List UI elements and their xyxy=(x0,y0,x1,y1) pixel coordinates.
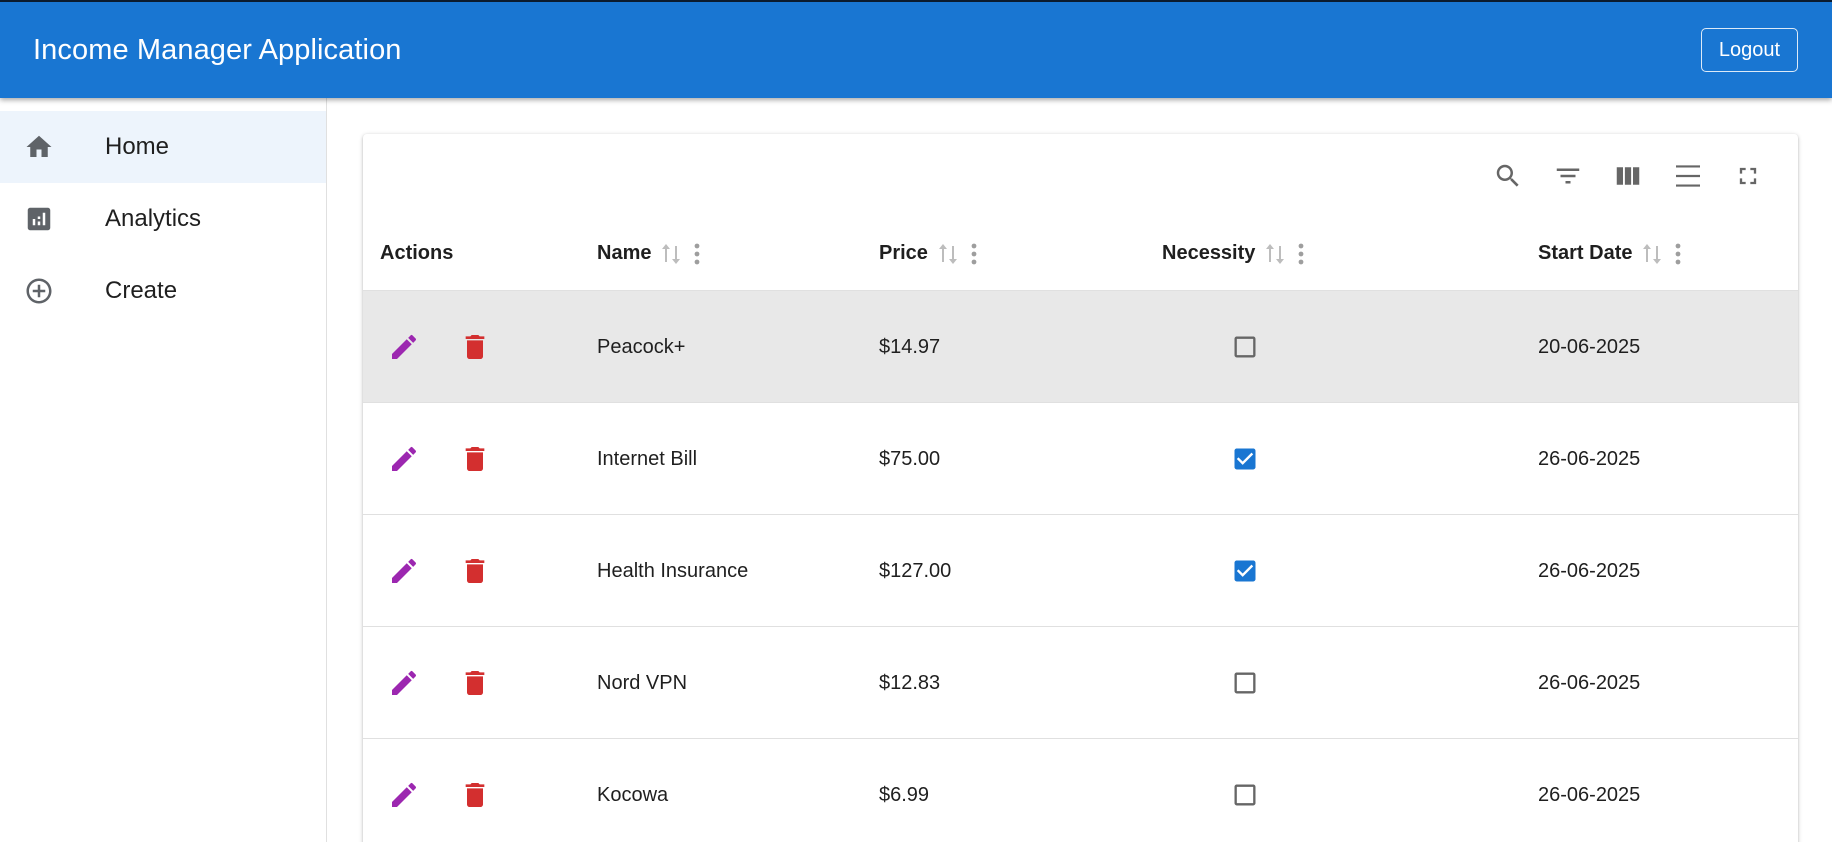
checkbox-unchecked-icon[interactable] xyxy=(1231,669,1259,697)
name-cell: Peacock+ xyxy=(597,335,686,358)
checkbox-checked-icon[interactable] xyxy=(1231,557,1259,585)
data-table-card: Actions Name Price Necessity Start Date xyxy=(363,134,1798,842)
main-content: Actions Name Price Necessity Start Date xyxy=(327,98,1832,842)
start-date-cell: 26-06-2025 xyxy=(1538,671,1641,694)
start-date-cell: 26-06-2025 xyxy=(1538,783,1641,806)
table-row: Health Insurance $127.00 26-06-2025 xyxy=(363,515,1798,627)
actions-cell xyxy=(380,291,499,403)
edit-icon[interactable] xyxy=(380,323,428,371)
start-date-cell: 26-06-2025 xyxy=(1538,447,1641,470)
price-cell: $75.00 xyxy=(879,447,941,470)
logout-button[interactable]: Logout xyxy=(1700,28,1798,72)
column-menu-icon[interactable] xyxy=(693,242,701,266)
actions-cell xyxy=(380,627,499,739)
column-header-start-date[interactable]: Start Date xyxy=(1538,216,1682,291)
fullscreen-icon[interactable] xyxy=(1718,152,1778,200)
delete-icon[interactable] xyxy=(451,659,499,707)
app-title: Income Manager Application xyxy=(33,33,402,66)
column-header-price[interactable]: Price xyxy=(879,216,978,291)
delete-icon[interactable] xyxy=(451,771,499,819)
table-row: Kocowa $6.99 26-06-2025 xyxy=(363,739,1798,842)
search-icon[interactable] xyxy=(1478,152,1538,200)
price-cell: $14.97 xyxy=(879,335,941,358)
sort-icon[interactable] xyxy=(1264,242,1286,266)
edit-icon[interactable] xyxy=(380,771,428,819)
home-icon xyxy=(0,132,105,162)
price-cell: $12.83 xyxy=(879,671,941,694)
necessity-cell xyxy=(1044,291,1446,403)
column-header-actions: Actions xyxy=(380,216,453,291)
name-cell: Kocowa xyxy=(597,783,669,806)
add-circle-icon xyxy=(0,276,105,306)
table-toolbar xyxy=(363,134,1798,216)
filter-icon[interactable] xyxy=(1538,152,1598,200)
actions-cell xyxy=(380,403,499,515)
checkbox-unchecked-icon[interactable] xyxy=(1231,781,1259,809)
name-cell: Health Insurance xyxy=(597,559,749,582)
start-date-cell: 26-06-2025 xyxy=(1538,559,1641,582)
delete-icon[interactable] xyxy=(451,547,499,595)
necessity-cell xyxy=(1044,627,1446,739)
column-menu-icon[interactable] xyxy=(1297,242,1305,266)
edit-icon[interactable] xyxy=(380,435,428,483)
delete-icon[interactable] xyxy=(451,323,499,371)
columns-icon[interactable] xyxy=(1598,152,1658,200)
start-date-cell: 20-06-2025 xyxy=(1538,335,1641,358)
column-header-label: Necessity xyxy=(1162,242,1256,264)
name-cell: Internet Bill xyxy=(597,447,698,470)
sidebar-item-home[interactable]: Home xyxy=(0,111,326,183)
column-menu-icon[interactable] xyxy=(1674,242,1682,266)
checkbox-unchecked-icon[interactable] xyxy=(1231,333,1259,361)
necessity-cell xyxy=(1044,739,1446,842)
necessity-cell xyxy=(1044,515,1446,627)
actions-cell xyxy=(380,739,499,842)
name-cell: Nord VPN xyxy=(597,671,688,694)
sidebar: Home Analytics Create xyxy=(0,98,327,842)
edit-icon[interactable] xyxy=(380,547,428,595)
price-cell: $127.00 xyxy=(879,559,952,582)
actions-cell xyxy=(380,515,499,627)
edit-icon[interactable] xyxy=(380,659,428,707)
column-header-name[interactable]: Name xyxy=(597,216,701,291)
sidebar-item-label: Home xyxy=(105,133,170,160)
density-icon[interactable] xyxy=(1658,152,1718,200)
checkbox-checked-icon[interactable] xyxy=(1231,445,1259,473)
table-header: Actions Name Price Necessity Start Date xyxy=(363,216,1798,291)
table-row: Nord VPN $12.83 26-06-2025 xyxy=(363,627,1798,739)
column-header-label: Start Date xyxy=(1538,242,1633,264)
sidebar-item-create[interactable]: Create xyxy=(0,255,326,327)
necessity-cell xyxy=(1044,403,1446,515)
table-row: Peacock+ $14.97 20-06-2025 xyxy=(363,291,1798,403)
sort-icon[interactable] xyxy=(937,242,959,266)
sort-icon[interactable] xyxy=(1641,242,1663,266)
sort-icon[interactable] xyxy=(660,242,682,266)
column-header-necessity[interactable]: Necessity xyxy=(1162,216,1305,291)
table-body: Peacock+ $14.97 20-06-2025 Internet Bill $75… xyxy=(363,291,1798,842)
price-cell: $6.99 xyxy=(879,783,930,806)
sidebar-item-label: Create xyxy=(105,277,178,304)
column-header-label: Name xyxy=(597,242,652,264)
sidebar-item-analytics[interactable]: Analytics xyxy=(0,183,326,255)
delete-icon[interactable] xyxy=(451,435,499,483)
analytics-icon xyxy=(0,204,105,234)
sidebar-item-label: Analytics xyxy=(105,205,202,232)
column-header-label: Actions xyxy=(380,242,454,264)
column-header-label: Price xyxy=(879,242,928,264)
table-row: Internet Bill $75.00 26-06-2025 xyxy=(363,403,1798,515)
app-bar: Income Manager Application Logout xyxy=(0,0,1832,98)
column-menu-icon[interactable] xyxy=(970,242,978,266)
